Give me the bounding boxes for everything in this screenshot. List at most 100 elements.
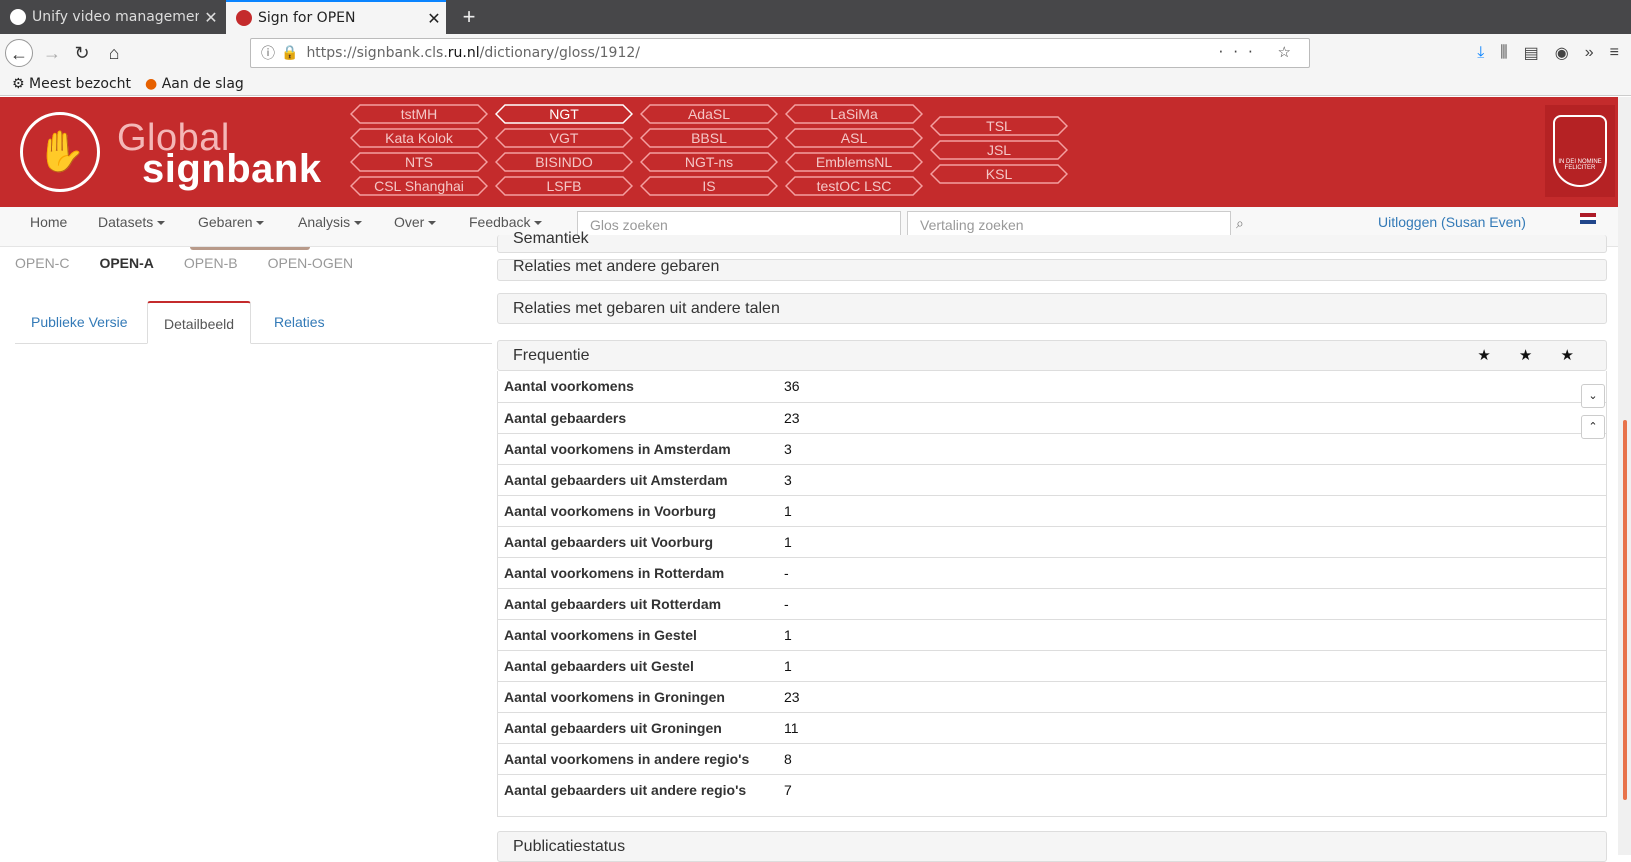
- dataset-button[interactable]: NTS: [350, 152, 488, 172]
- panel-frequentie[interactable]: Frequentie ★ ★ ★: [497, 340, 1607, 371]
- close-icon[interactable]: ✕: [422, 9, 446, 28]
- scrollbar-thumb[interactable]: [1623, 420, 1627, 800]
- variant-open-a[interactable]: OPEN-A: [99, 255, 153, 271]
- seal-text: IN DEI NOMINE FELICITER: [1558, 159, 1602, 171]
- sidebar-icon[interactable]: ▤: [1524, 43, 1539, 63]
- frequency-value: 7: [784, 782, 792, 798]
- browser-nav-bar: ← → ↻ ⌂ ⓘ 🔒 https://signbank.cls.ru.nl/d…: [0, 34, 1631, 72]
- menu-gebaren[interactable]: Gebaren: [198, 207, 265, 247]
- hamburger-menu-icon[interactable]: ≡: [1610, 44, 1619, 62]
- dataset-label: BISINDO: [535, 154, 593, 170]
- page-actions-icons[interactable]: ··· ☆: [1218, 43, 1301, 61]
- dataset-button[interactable]: IS: [640, 176, 778, 196]
- bookmark-getting-started[interactable]: ● Aan de slag: [145, 76, 244, 92]
- chevron-up-icon[interactable]: ⌃: [1581, 415, 1605, 439]
- url-bar[interactable]: ⓘ 🔒 https://signbank.cls.ru.nl/dictionar…: [250, 38, 1310, 68]
- dataset-label: AdaSL: [687, 106, 731, 122]
- dataset-button[interactable]: KSL: [930, 164, 1068, 184]
- dataset-button[interactable]: NGT: [495, 104, 633, 124]
- dataset-label: NGT-ns: [684, 154, 734, 170]
- frequency-label: Aantal voorkomens in Voorburg: [504, 503, 717, 519]
- browser-tab-sign-for-open[interactable]: Sign for OPEN ✕: [226, 0, 446, 34]
- dataset-label: VGT: [549, 130, 579, 146]
- dataset-button[interactable]: EmblemsNL: [785, 152, 923, 172]
- dataset-button[interactable]: BBSL: [640, 128, 778, 148]
- dataset-button[interactable]: JSL: [930, 140, 1068, 160]
- dataset-button[interactable]: NGT-ns: [640, 152, 778, 172]
- dataset-button[interactable]: VGT: [495, 128, 633, 148]
- bookmark-most-visited[interactable]: ⚙ Meest bezocht: [12, 76, 131, 92]
- table-row: Aantal gebaarders uit Gestel 1: [498, 650, 1606, 681]
- panel-frequentie-title: Frequentie: [513, 347, 590, 364]
- panel-relaties-andere-gebaren[interactable]: Relaties met andere gebaren: [497, 259, 1607, 281]
- tab-relaties[interactable]: Relaties: [258, 301, 341, 344]
- download-icon[interactable]: ⤓: [1477, 44, 1484, 62]
- home-icon[interactable]: ⌂: [100, 39, 128, 67]
- dataset-label: tstMH: [400, 106, 438, 122]
- forward-arrow-icon[interactable]: →: [38, 39, 66, 67]
- tab-title: Sign for OPEN: [258, 10, 356, 26]
- frequency-label: Aantal gebaarders uit Voorburg: [504, 534, 713, 550]
- variant-open-ogen[interactable]: OPEN-OGEN: [268, 255, 354, 271]
- github-icon: [10, 9, 26, 25]
- variant-open-b[interactable]: OPEN-B: [184, 255, 238, 271]
- dataset-label: CSL Shanghai: [374, 178, 464, 194]
- frequency-value: -: [784, 596, 789, 612]
- logout-link[interactable]: Uitloggen (Susan Even): [1378, 207, 1526, 237]
- sync-icon[interactable]: ◉: [1555, 43, 1569, 63]
- variant-open-c[interactable]: OPEN-C: [15, 255, 69, 271]
- library-icon[interactable]: ⫼: [1500, 44, 1507, 62]
- table-row: Aantal gebaarders 23: [498, 402, 1606, 433]
- frequency-value: 23: [784, 689, 800, 705]
- info-icon[interactable]: ⓘ: [261, 43, 275, 63]
- frequency-label: Aantal gebaarders uit Groningen: [504, 720, 722, 736]
- table-row: Aantal voorkomens in Amsterdam 3: [498, 433, 1606, 464]
- caret-down-icon: [256, 221, 265, 226]
- dutch-flag-icon[interactable]: [1580, 213, 1596, 224]
- dataset-button[interactable]: CSL Shanghai: [350, 176, 488, 196]
- url-text: https://signbank.cls.ru.nl/dictionary/gl…: [306, 45, 640, 61]
- frequency-value: -: [784, 565, 789, 581]
- panel-relaties-andere-talen[interactable]: Relaties met gebaren uit andere talen: [497, 293, 1607, 324]
- menu-home[interactable]: Home: [30, 207, 67, 247]
- search-icon[interactable]: ⌕: [1236, 215, 1244, 232]
- menu-datasets[interactable]: Datasets: [98, 207, 166, 247]
- menu-over[interactable]: Over: [394, 207, 437, 247]
- dataset-button[interactable]: Kata Kolok: [350, 128, 488, 148]
- tab-detailbeeld[interactable]: Detailbeeld: [147, 301, 252, 344]
- new-tab-plus-icon[interactable]: +: [455, 3, 483, 31]
- panel-publicatiestatus[interactable]: Publicatiestatus: [497, 831, 1607, 862]
- table-row: Aantal gebaarders uit Voorburg 1: [498, 526, 1606, 557]
- dataset-button[interactable]: AdaSL: [640, 104, 778, 124]
- dataset-button[interactable]: BISINDO: [495, 152, 633, 172]
- dataset-label: EmblemsNL: [815, 154, 893, 170]
- reload-icon[interactable]: ↻: [68, 39, 96, 67]
- frequency-label: Aantal voorkomens in Gestel: [504, 627, 697, 643]
- frequency-value: 1: [784, 658, 792, 674]
- dataset-button[interactable]: LaSiMa: [785, 104, 923, 124]
- dataset-button[interactable]: TSL: [930, 116, 1068, 136]
- back-arrow-icon[interactable]: ←: [5, 39, 33, 67]
- frequency-value: 36: [784, 378, 800, 394]
- browser-tab-unify[interactable]: Unify video managemen ✕: [0, 0, 223, 34]
- dataset-button[interactable]: LSFB: [495, 176, 633, 196]
- table-row: Aantal gebaarders uit Rotterdam -: [498, 588, 1606, 619]
- tab-publieke-versie[interactable]: Publieke Versie: [15, 301, 144, 344]
- right-panel: Semantiek Relaties met andere gebaren Re…: [497, 231, 1607, 862]
- table-row: Aantal voorkomens in Rotterdam -: [498, 557, 1606, 588]
- dataset-label: ASL: [840, 130, 868, 146]
- view-tabs: Publieke Versie Detailbeeld Relaties: [15, 301, 492, 344]
- frequency-label: Aantal gebaarders uit Rotterdam: [504, 596, 722, 612]
- chevron-down-icon[interactable]: ⌄: [1581, 384, 1605, 408]
- close-icon[interactable]: ✕: [199, 8, 223, 27]
- dataset-button[interactable]: ASL: [785, 128, 923, 148]
- dataset-button[interactable]: tstMH: [350, 104, 488, 124]
- dataset-label: IS: [702, 178, 716, 194]
- menu-analysis[interactable]: Analysis: [298, 207, 363, 247]
- tab-title: Unify video managemen: [32, 9, 199, 25]
- panel-semantiek[interactable]: Semantiek: [497, 231, 1607, 253]
- site-header: ✋ Global signbank tstMH Kata Kolok NTS CSL …: [0, 97, 1618, 207]
- dataset-button[interactable]: testOC LSC: [785, 176, 923, 196]
- frequency-label: Aantal voorkomens in Groningen: [504, 689, 725, 705]
- overflow-chevron-icon[interactable]: »: [1585, 44, 1594, 62]
